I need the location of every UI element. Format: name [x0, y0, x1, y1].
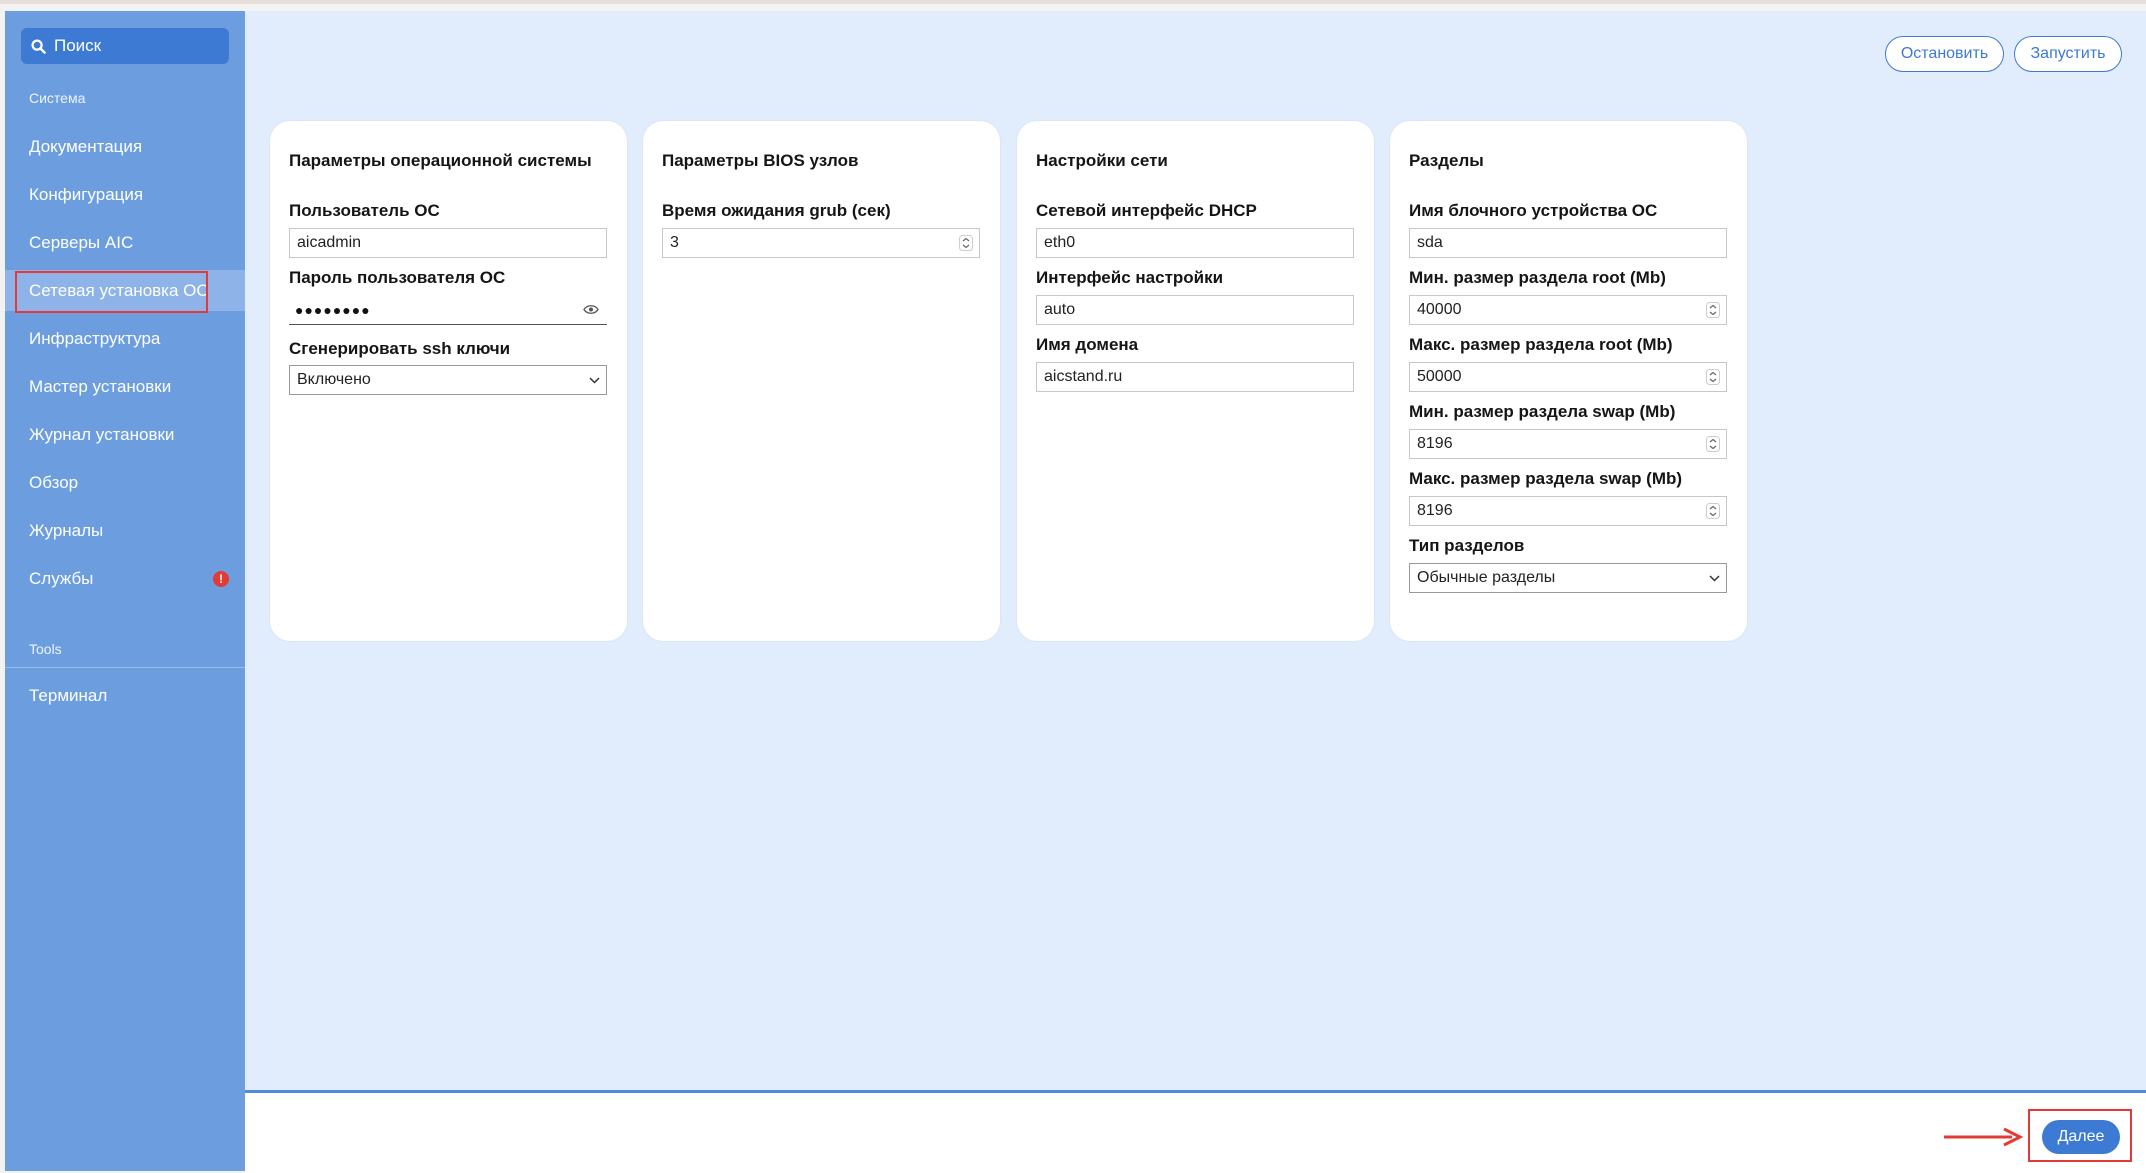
min-root-input[interactable]: 40000 — [1409, 295, 1727, 325]
os-password-input[interactable]: ●●●●●●●● — [289, 295, 607, 325]
min-swap-label: Мин. размер раздела swap (Mb) — [1409, 402, 1676, 421]
sidebar-item-configuration[interactable]: Конфигурация — [5, 174, 245, 215]
sidebar-item-label: Журналы — [29, 520, 104, 540]
sidebar-item-logs[interactable]: Журналы — [5, 510, 245, 551]
max-root-input[interactable]: 50000 — [1409, 362, 1727, 392]
os-password-label: Пароль пользователя ОС — [289, 268, 506, 287]
alert-badge-icon: ! — [213, 571, 229, 587]
chevron-down-icon — [1709, 575, 1720, 582]
card-os-params: Параметры операционной системы Пользоват… — [270, 121, 627, 641]
sidebar-item-infrastructure[interactable]: Инфраструктура — [5, 318, 245, 359]
sidebar-item-overview[interactable]: Обзор — [5, 462, 245, 503]
sidebar-item-documentation[interactable]: Документация — [5, 126, 245, 167]
arrow-right-icon — [1944, 1127, 2024, 1147]
card-title: Разделы — [1409, 151, 1484, 170]
footer-bar: Далее — [245, 1090, 2146, 1173]
ssh-keys-select[interactable]: Включено — [289, 365, 607, 395]
sidebar-item-label: Инфраструктура — [29, 328, 161, 348]
sidebar-item-label: Мастер установки — [29, 376, 172, 396]
sidebar-item-install-wizard[interactable]: Мастер установки — [5, 366, 245, 407]
setup-interface-input[interactable]: auto — [1036, 295, 1354, 325]
password-mask: ●●●●●●●● — [295, 301, 371, 318]
window-top-border — [0, 0, 2146, 4]
spinner-icon[interactable] — [1706, 302, 1720, 318]
sidebar-item-label: Серверы AIC — [29, 232, 134, 252]
max-root-value: 50000 — [1417, 368, 1462, 385]
sidebar-item-network-os-install[interactable]: Сетевая установка ОС — [5, 270, 245, 313]
card-partitions: Разделы Имя блочного устройства ОС sda М… — [1390, 121, 1747, 641]
partition-type-select[interactable]: Обычные разделы — [1409, 563, 1727, 593]
section-label-tools: Tools — [29, 641, 62, 657]
os-user-value: aicadmin — [297, 234, 362, 251]
search-icon — [31, 38, 46, 54]
dhcp-interface-label: Сетевой интерфейс DHCP — [1036, 201, 1257, 220]
start-button[interactable]: Запустить — [2014, 36, 2122, 72]
min-swap-value: 8196 — [1417, 435, 1453, 452]
sidebar-item-label: Службы — [29, 568, 94, 588]
grub-timeout-input[interactable]: 3 — [662, 228, 980, 258]
spinner-icon[interactable] — [1706, 503, 1720, 519]
os-user-input[interactable]: aicadmin — [289, 228, 607, 258]
spinner-icon[interactable] — [959, 235, 973, 251]
spinner-icon[interactable] — [1706, 369, 1720, 385]
sidebar-item-label: Журнал установки — [29, 424, 175, 444]
sidebar-divider — [5, 667, 245, 668]
eye-icon[interactable] — [583, 304, 599, 315]
sidebar-item-services[interactable]: Службы ! — [5, 558, 245, 599]
sidebar-item-label: Терминал — [29, 685, 108, 705]
block-device-input[interactable]: sda — [1409, 228, 1727, 258]
card-title: Параметры операционной системы — [289, 151, 592, 170]
max-swap-value: 8196 — [1417, 502, 1453, 519]
card-network-settings: Настройки сети Сетевой интерфейс DHCP et… — [1017, 121, 1374, 641]
chevron-down-icon — [589, 377, 600, 384]
next-button[interactable]: Далее — [2042, 1120, 2120, 1154]
block-device-value: sda — [1417, 234, 1443, 251]
dhcp-interface-value: eth0 — [1044, 234, 1076, 251]
grub-timeout-value: 3 — [670, 234, 679, 251]
sidebar: Поиск Система Документация Конфигурация … — [5, 11, 245, 1171]
spinner-icon[interactable] — [1706, 436, 1720, 452]
sidebar-item-label: Конфигурация — [29, 184, 144, 204]
partition-type-value: Обычные разделы — [1417, 569, 1556, 586]
min-root-label: Мин. размер раздела root (Mb) — [1409, 268, 1666, 287]
max-swap-label: Макс. размер раздела swap (Mb) — [1409, 469, 1683, 488]
domain-name-value: aicstand.ru — [1044, 368, 1123, 385]
stop-button[interactable]: Остановить — [1885, 36, 2004, 72]
sidebar-item-label: Обзор — [29, 472, 79, 492]
main-content: Остановить Запустить Параметры операцион… — [245, 11, 2146, 1090]
card-title: Параметры BIOS узлов — [662, 151, 859, 170]
ssh-keys-label: Сгенерировать ssh ключи — [289, 339, 511, 358]
sidebar-item-aic-servers[interactable]: Серверы AIC — [5, 222, 245, 263]
grub-timeout-label: Время ожидания grub (сек) — [662, 201, 891, 220]
dhcp-interface-input[interactable]: eth0 — [1036, 228, 1354, 258]
min-root-value: 40000 — [1417, 301, 1462, 318]
partition-type-label: Тип разделов — [1409, 536, 1525, 555]
domain-name-label: Имя домена — [1036, 335, 1139, 354]
setup-interface-label: Интерфейс настройки — [1036, 268, 1224, 287]
card-bios-params: Параметры BIOS узлов Время ожидания grub… — [643, 121, 1000, 641]
block-device-label: Имя блочного устройства ОС — [1409, 201, 1658, 220]
sidebar-item-install-log[interactable]: Журнал установки — [5, 414, 245, 455]
search-label: Поиск — [54, 36, 102, 55]
os-user-label: Пользователь ОС — [289, 201, 440, 220]
search-button[interactable]: Поиск — [21, 28, 229, 64]
ssh-keys-value: Включено — [297, 371, 371, 388]
max-swap-input[interactable]: 8196 — [1409, 496, 1727, 526]
sidebar-item-terminal[interactable]: Терминал — [5, 675, 245, 716]
domain-name-input[interactable]: aicstand.ru — [1036, 362, 1354, 392]
highlight-box — [15, 271, 208, 313]
card-title: Настройки сети — [1036, 151, 1168, 170]
min-swap-input[interactable]: 8196 — [1409, 429, 1727, 459]
section-label-system: Система — [29, 90, 86, 106]
sidebar-item-label: Документация — [29, 136, 143, 156]
setup-interface-value: auto — [1044, 301, 1076, 318]
max-root-label: Макс. размер раздела root (Mb) — [1409, 335, 1673, 354]
